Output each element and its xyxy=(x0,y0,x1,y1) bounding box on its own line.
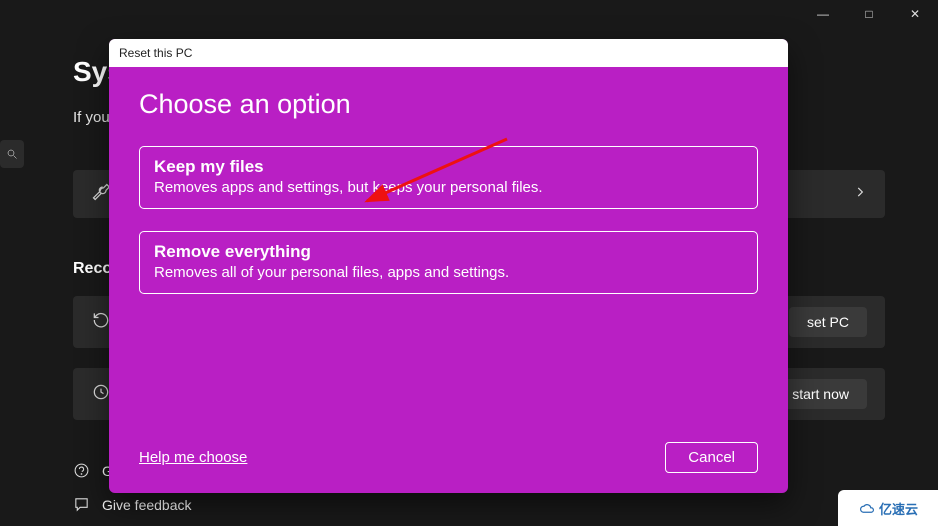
start-now-button[interactable]: start now xyxy=(774,379,867,409)
watermark-label: 亿速云 xyxy=(879,499,918,518)
option-desc: Removes apps and settings, but keeps you… xyxy=(154,179,743,196)
option-title: Keep my files xyxy=(154,157,743,177)
watermark: 亿速云 xyxy=(838,490,938,526)
chevron-right-icon xyxy=(853,185,867,204)
close-button[interactable]: ✕ xyxy=(892,0,938,28)
dialog-title: Choose an option xyxy=(139,89,758,120)
advanced-startup-icon xyxy=(91,382,111,407)
option-keep-my-files[interactable]: Keep my files Removes apps and settings,… xyxy=(139,146,758,209)
footer-link-help[interactable]: G xyxy=(73,462,113,479)
maximize-button[interactable]: □ xyxy=(846,0,892,28)
option-remove-everything[interactable]: Remove everything Removes all of your pe… xyxy=(139,231,758,294)
reset-pc-button[interactable]: set PC xyxy=(789,307,867,337)
reset-pc-dialog: Reset this PC Choose an option Keep my f… xyxy=(109,39,788,493)
option-desc: Removes all of your personal files, apps… xyxy=(154,264,743,281)
help-icon xyxy=(73,462,90,479)
footer-link-feedback[interactable]: Give feedback xyxy=(73,496,192,513)
dialog-header: Reset this PC xyxy=(109,39,788,67)
page-subtitle: If you xyxy=(73,109,110,126)
cancel-button[interactable]: Cancel xyxy=(665,442,758,473)
footer-link-feedback-label: Give feedback xyxy=(102,497,192,513)
feedback-icon xyxy=(73,496,90,513)
cloud-icon xyxy=(858,502,876,515)
minimize-button[interactable]: — xyxy=(800,0,846,28)
option-title: Remove everything xyxy=(154,242,743,262)
wrench-icon xyxy=(91,182,111,207)
reset-icon xyxy=(91,310,111,335)
help-me-choose-link[interactable]: Help me choose xyxy=(139,449,247,466)
search-icon xyxy=(6,148,18,160)
search-button[interactable] xyxy=(0,140,24,168)
